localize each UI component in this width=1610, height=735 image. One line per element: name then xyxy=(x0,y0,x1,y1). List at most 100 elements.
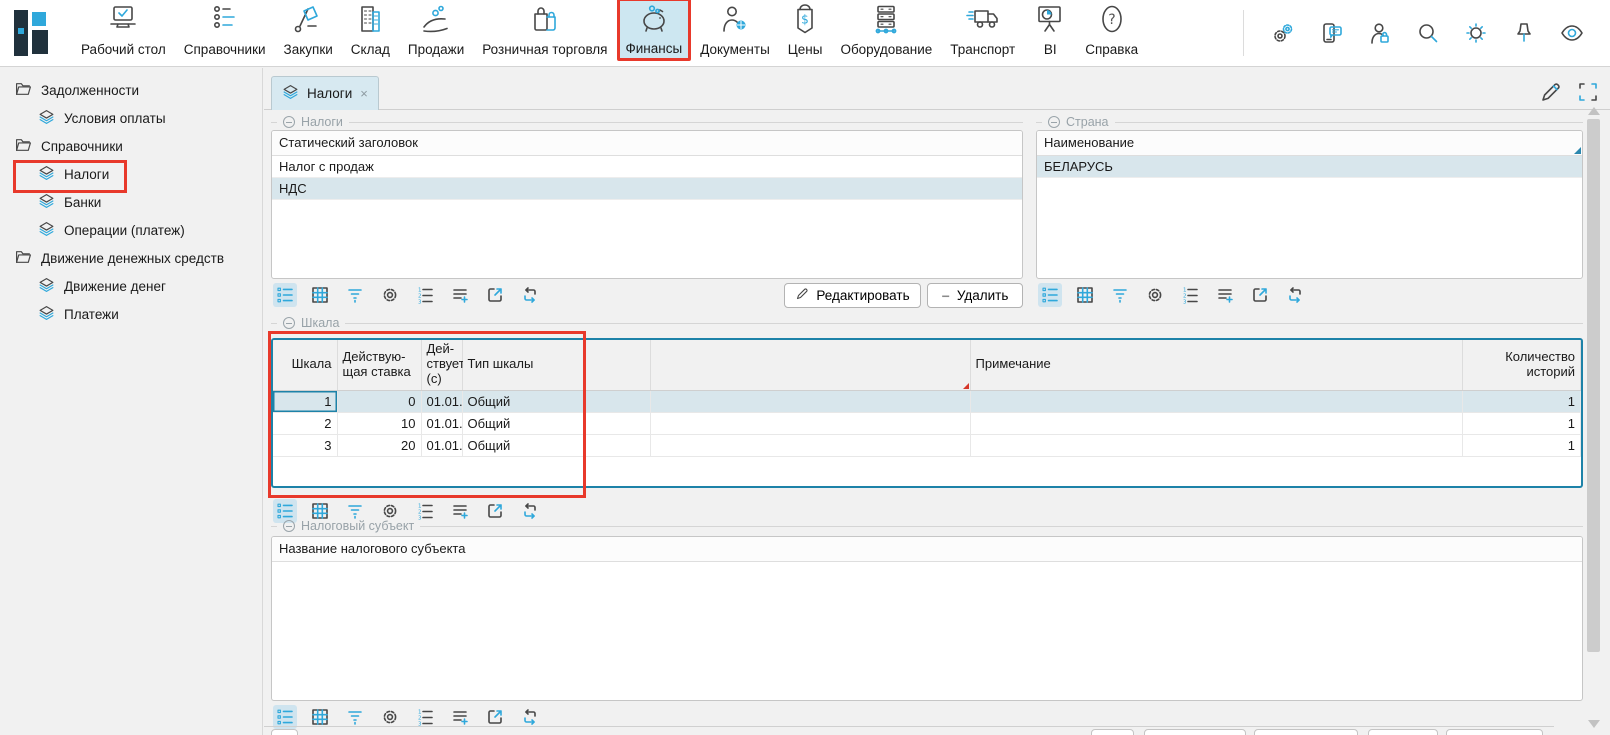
table-cell[interactable] xyxy=(970,390,1462,412)
cutoff-button[interactable] xyxy=(1144,729,1246,735)
numbered-list-icon[interactable]: 123 xyxy=(413,283,437,307)
menu-item-finance[interactable]: Финансы xyxy=(617,0,692,61)
table-cell[interactable]: Общий xyxy=(462,412,650,434)
search-icon[interactable] xyxy=(1416,21,1440,45)
open-in-new-icon[interactable] xyxy=(1248,283,1272,307)
cutoff-button[interactable] xyxy=(1368,729,1438,735)
collapse-icon[interactable] xyxy=(283,317,295,329)
menu-item-transport[interactable]: Транспорт xyxy=(941,0,1024,61)
table-cell[interactable]: 1 xyxy=(273,390,337,412)
table-cell[interactable]: 3 xyxy=(273,434,337,456)
menu-item-retail[interactable]: Розничная торговля xyxy=(473,0,616,61)
table-row[interactable]: 1 0 01.01.01 Общий 1 xyxy=(273,390,1581,412)
sidebar-item-cash-flow[interactable]: Движение денежных средств xyxy=(0,244,262,272)
menu-item-references[interactable]: Справочники xyxy=(175,0,275,61)
table-cell[interactable] xyxy=(650,390,970,412)
sidebar-item-references[interactable]: Справочники xyxy=(0,132,262,160)
refresh-icon[interactable] xyxy=(518,283,542,307)
eye-icon[interactable] xyxy=(1560,21,1584,45)
menu-item-prices[interactable]: $ Цены xyxy=(779,0,832,61)
column-header[interactable]: Количество историй xyxy=(1462,340,1581,390)
menu-item-equipment[interactable]: Оборудование xyxy=(831,0,941,61)
pin-icon[interactable] xyxy=(1512,21,1536,45)
user-lock-icon[interactable] xyxy=(1368,21,1392,45)
device-chat-icon[interactable] xyxy=(1320,21,1344,45)
grid-view-icon[interactable] xyxy=(308,283,332,307)
collapse-icon[interactable] xyxy=(283,116,295,128)
column-header[interactable]: Дей-ствует (с) xyxy=(421,340,462,390)
column-header[interactable]: Действую-щая ставка xyxy=(337,340,421,390)
table-cell[interactable]: 01.01.01 xyxy=(421,412,462,434)
numbered-list-icon[interactable]: 123 xyxy=(1178,283,1202,307)
table-cell[interactable]: 01.01.01 xyxy=(421,390,462,412)
tax-subject-list-header[interactable]: Название налогового субъекта xyxy=(272,537,1582,562)
menu-item-help[interactable]: ? Справка xyxy=(1076,0,1147,61)
settings-icon[interactable] xyxy=(1143,283,1167,307)
column-header[interactable]: Тип шкалы xyxy=(462,340,650,390)
menu-item-sales[interactable]: Продажи xyxy=(399,0,473,61)
add-row-icon[interactable] xyxy=(448,283,472,307)
table-cell[interactable]: 2 xyxy=(273,412,337,434)
table-cell[interactable]: 01.01.01 xyxy=(421,434,462,456)
settings-gears-icon[interactable] xyxy=(1272,21,1296,45)
refresh-icon[interactable] xyxy=(1283,283,1307,307)
column-header[interactable]: Шкала xyxy=(273,340,337,390)
scrollbar-thumb[interactable] xyxy=(1587,119,1600,652)
table-cell[interactable] xyxy=(650,412,970,434)
sidebar-item-taxes[interactable]: Налоги xyxy=(0,160,262,188)
collapse-icon[interactable] xyxy=(1048,116,1060,128)
open-in-new-icon[interactable] xyxy=(483,283,507,307)
table-cell[interactable]: 1 xyxy=(1462,390,1581,412)
cutoff-button[interactable] xyxy=(1091,729,1134,735)
list-item[interactable]: Налог с продаж xyxy=(272,156,1022,178)
delete-button[interactable]: − Удалить xyxy=(927,283,1023,308)
tab-close-icon[interactable]: × xyxy=(360,86,368,101)
table-cell[interactable]: Общий xyxy=(462,390,650,412)
menu-item-bi[interactable]: BI xyxy=(1024,0,1076,61)
column-header-filler[interactable] xyxy=(650,340,970,390)
sidebar-item-money-movement[interactable]: Движение денег xyxy=(0,272,262,300)
fullscreen-icon[interactable] xyxy=(1576,80,1600,104)
sidebar-item-payment-terms[interactable]: Условия оплаты xyxy=(0,104,262,132)
table-cell[interactable] xyxy=(970,412,1462,434)
list-item[interactable]: НДС xyxy=(272,178,1022,200)
edit-button[interactable]: Редактировать xyxy=(784,283,921,308)
menu-item-desktop[interactable]: Рабочий стол xyxy=(72,0,175,61)
list-item[interactable]: БЕЛАРУСЬ xyxy=(1037,156,1582,178)
add-row-icon[interactable] xyxy=(1213,283,1237,307)
collapse-icon[interactable] xyxy=(283,520,295,532)
table-cell[interactable]: Общий xyxy=(462,434,650,456)
taxes-list-header[interactable]: Статический заголовок xyxy=(272,131,1022,156)
menu-item-purchases[interactable]: Закупки xyxy=(275,0,342,61)
list-view-icon[interactable] xyxy=(273,283,297,307)
brightness-icon[interactable] xyxy=(1464,21,1488,45)
scroll-up-icon[interactable] xyxy=(1588,107,1600,115)
table-cell[interactable]: 1 xyxy=(1462,412,1581,434)
sidebar-item-debts[interactable]: Задолженности xyxy=(0,76,262,104)
cutoff-button[interactable] xyxy=(1254,729,1358,735)
filter-icon[interactable] xyxy=(343,283,367,307)
cutoff-button[interactable] xyxy=(1446,729,1543,735)
table-row[interactable]: 2 10 01.01.01 Общий 1 xyxy=(273,412,1581,434)
column-header[interactable]: Примечание xyxy=(970,340,1462,390)
list-view-icon[interactable] xyxy=(1038,283,1062,307)
table-cell[interactable]: 20 xyxy=(337,434,421,456)
menu-item-documents[interactable]: Документы xyxy=(691,0,779,61)
country-list-header[interactable]: Наименование xyxy=(1037,131,1582,156)
sidebar-item-payment-operations[interactable]: Операции (платеж) xyxy=(0,216,262,244)
menu-item-warehouse[interactable]: Склад xyxy=(342,0,399,61)
table-cell[interactable] xyxy=(650,434,970,456)
table-cell[interactable]: 10 xyxy=(337,412,421,434)
table-cell[interactable] xyxy=(970,434,1462,456)
vertical-scrollbar[interactable] xyxy=(1586,107,1602,728)
sidebar-item-banks[interactable]: Банки xyxy=(0,188,262,216)
cutoff-button[interactable] xyxy=(271,729,298,735)
table-cell[interactable]: 0 xyxy=(337,390,421,412)
settings-icon[interactable] xyxy=(378,283,402,307)
table-cell[interactable]: 1 xyxy=(1462,434,1581,456)
table-row[interactable]: 3 20 01.01.01 Общий 1 xyxy=(273,434,1581,456)
grid-view-icon[interactable] xyxy=(1073,283,1097,307)
sidebar-item-payments[interactable]: Платежи xyxy=(0,300,262,328)
edit-mode-icon[interactable] xyxy=(1539,80,1563,104)
filter-icon[interactable] xyxy=(1108,283,1132,307)
